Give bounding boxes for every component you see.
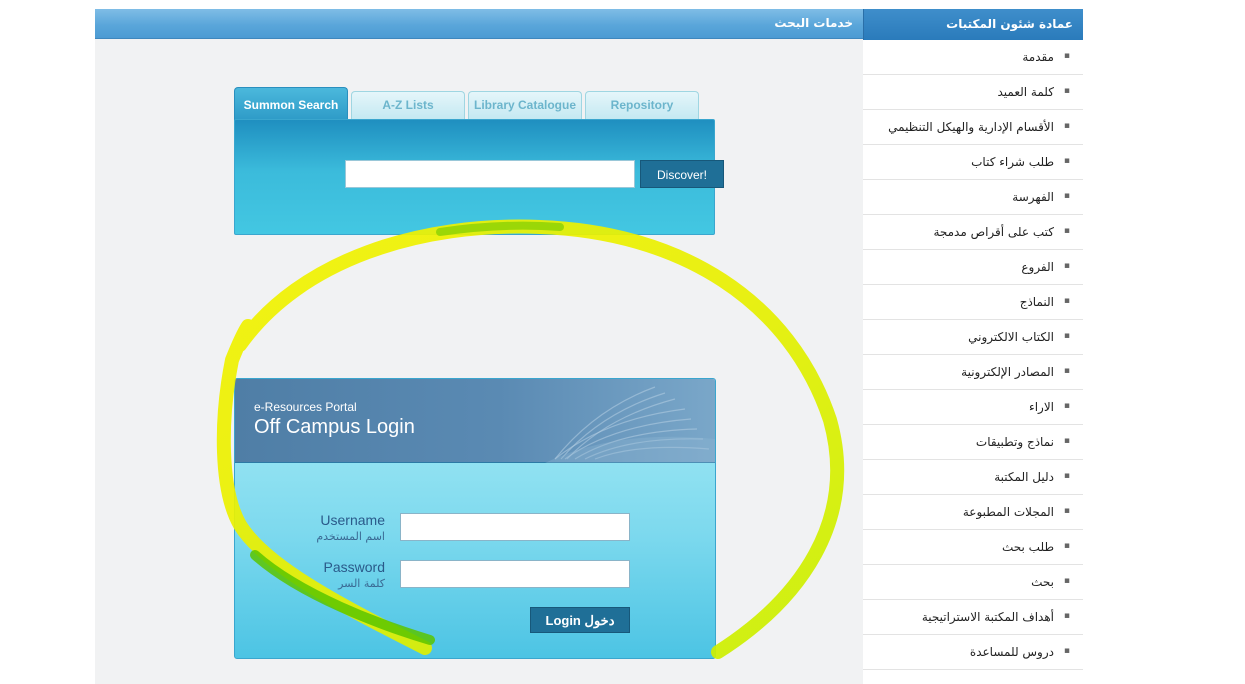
sidebar-item[interactable]: ▪ طلب شراء كتاب (863, 145, 1083, 180)
sidebar-item-label[interactable]: الكتاب الالكتروني (968, 330, 1054, 344)
bullet-icon: ▪ (1063, 156, 1070, 166)
bullet-icon: ▪ (1063, 121, 1070, 131)
bullet-icon: ▪ (1063, 436, 1070, 446)
sidebar-title: عمادة شئون المكتبات (946, 17, 1073, 31)
login-button[interactable]: Login دخول (530, 607, 630, 633)
sidebar-item-label[interactable]: كلمة العميد (997, 85, 1054, 99)
sidebar-item-label[interactable]: مقدمة (1022, 50, 1054, 64)
sidebar-item-label[interactable]: طلب بحث (1002, 540, 1054, 554)
sidebar-item-label[interactable]: المجلات المطبوعة (963, 505, 1054, 519)
sidebar-item[interactable]: ▪ الأقسام الإدارية والهيكل التنظيمي (863, 110, 1083, 145)
tab-az-lists[interactable]: A-Z Lists (351, 91, 465, 119)
discover-button[interactable]: Discover! (640, 160, 724, 188)
sidebar-item[interactable]: ▪ المجلات المطبوعة (863, 495, 1083, 530)
sidebar-item[interactable]: ▪ كتب على أقراص مدمجة (863, 215, 1083, 250)
sidebar-item[interactable]: ▪ الاراء (863, 390, 1083, 425)
password-field[interactable] (400, 560, 630, 588)
open-book-icon (545, 386, 715, 463)
login-box: e-Resources Portal Off Campus Login User… (234, 378, 716, 659)
sidebar-item[interactable]: ▪ كلمة العميد (863, 75, 1083, 110)
sidebar: عمادة شئون المكتبات ▪ مقدمة ▪ كلمة العميد … (863, 9, 1083, 684)
bullet-icon: ▪ (1063, 576, 1070, 586)
search-input[interactable] (345, 160, 635, 188)
sidebar-item[interactable]: ▪ الفهرسة (863, 180, 1083, 215)
sidebar-item-label[interactable]: النماذج (1020, 295, 1054, 309)
username-label-ar: اسم المستخدم (316, 530, 385, 543)
sidebar-item-label[interactable]: المصادر الإلكترونية (961, 365, 1054, 379)
bullet-icon: ▪ (1063, 296, 1070, 306)
sidebar-item-label[interactable]: دروس للمساعدة (970, 645, 1054, 659)
tab-repository[interactable]: Repository (585, 91, 699, 119)
sidebar-item[interactable]: ▪ دليل المكتبة (863, 460, 1083, 495)
sidebar-item[interactable]: ▪ المصادر الإلكترونية (863, 355, 1083, 390)
bullet-icon: ▪ (1063, 541, 1070, 551)
sidebar-item-label[interactable]: الأقسام الإدارية والهيكل التنظيمي (888, 120, 1054, 134)
bullet-icon: ▪ (1063, 471, 1070, 481)
main-panel: خدمات البحث Summon Search A-Z Lists Libr… (95, 9, 863, 684)
login-subtitle: e-Resources Portal (254, 400, 357, 414)
password-label-ar: كلمة السر (338, 577, 385, 590)
bullet-icon: ▪ (1063, 261, 1070, 271)
sidebar-item-label[interactable]: الفهرسة (1012, 190, 1054, 204)
bullet-icon: ▪ (1063, 331, 1070, 341)
bullet-icon: ▪ (1063, 191, 1070, 201)
username-field[interactable] (400, 513, 630, 541)
sidebar-list: ▪ مقدمة ▪ كلمة العميد ▪ الأقسام الإدارية وا… (863, 40, 1083, 670)
username-label: Username (320, 512, 385, 528)
bullet-icon: ▪ (1063, 226, 1070, 236)
sidebar-item[interactable]: ▪ النماذج (863, 285, 1083, 320)
password-label: Password (323, 559, 385, 575)
sidebar-item[interactable]: ▪ نماذج وتطبيقات (863, 425, 1083, 460)
sidebar-item[interactable]: ▪ مقدمة (863, 40, 1083, 75)
sidebar-item[interactable]: ▪ الكتاب الالكتروني (863, 320, 1083, 355)
tab-library-catalogue[interactable]: Library Catalogue (468, 91, 582, 119)
sidebar-header: عمادة شئون المكتبات (863, 9, 1083, 40)
sidebar-item-label[interactable]: طلب شراء كتاب (971, 155, 1054, 169)
bullet-icon: ▪ (1063, 611, 1070, 621)
bullet-icon: ▪ (1063, 401, 1070, 411)
login-banner: e-Resources Portal Off Campus Login (235, 379, 715, 463)
search-box: Discover! (234, 119, 724, 235)
tab-summon-search[interactable]: Summon Search (234, 87, 348, 121)
main-header-title: خدمات البحث (774, 16, 853, 30)
sidebar-item-label[interactable]: كتب على أقراص مدمجة (933, 225, 1054, 239)
sidebar-item-label[interactable]: بحث (1031, 575, 1054, 589)
sidebar-item-label[interactable]: دليل المكتبة (994, 470, 1054, 484)
main-header: خدمات البحث (95, 9, 863, 39)
sidebar-item-label[interactable]: أهداف المكتبة الاستراتيجية (922, 610, 1054, 624)
login-title: Off Campus Login (254, 416, 415, 438)
sidebar-item[interactable]: ▪ الفروع (863, 250, 1083, 285)
sidebar-item[interactable]: ▪ دروس للمساعدة (863, 635, 1083, 670)
bullet-icon: ▪ (1063, 51, 1070, 61)
bullet-icon: ▪ (1063, 86, 1070, 96)
sidebar-item-label[interactable]: الفروع (1021, 260, 1054, 274)
sidebar-item[interactable]: ▪ أهداف المكتبة الاستراتيجية (863, 600, 1083, 635)
bullet-icon: ▪ (1063, 646, 1070, 656)
sidebar-item-label[interactable]: نماذج وتطبيقات (976, 435, 1054, 449)
sidebar-item[interactable]: ▪ بحث (863, 565, 1083, 600)
sidebar-item[interactable]: ▪ طلب بحث (863, 530, 1083, 565)
sidebar-item-label[interactable]: الاراء (1029, 400, 1054, 414)
bullet-icon: ▪ (1063, 366, 1070, 376)
page: خدمات البحث Summon Search A-Z Lists Libr… (0, 0, 1245, 684)
bullet-icon: ▪ (1063, 506, 1070, 516)
